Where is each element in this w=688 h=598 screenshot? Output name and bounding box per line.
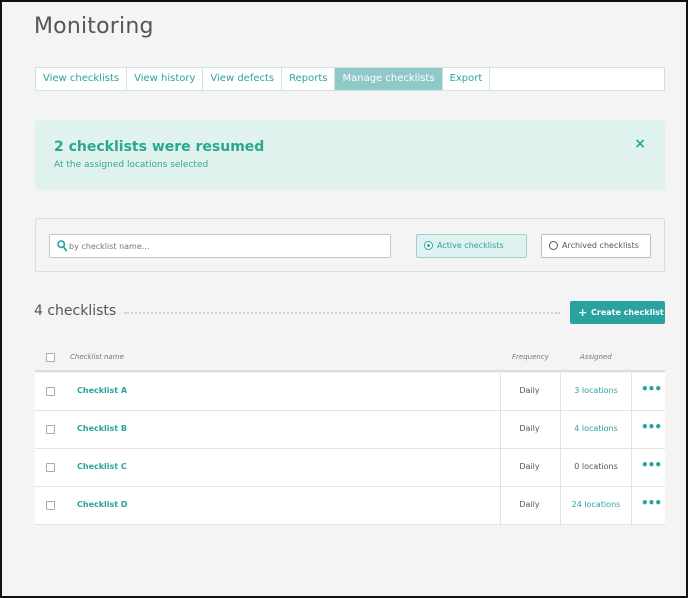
page-title: Monitoring [34,14,154,39]
radio-unselected-icon [549,241,558,250]
assigned-locations-link[interactable]: 3 locations [561,386,631,395]
success-banner: 2 checklists were resumed At the assigne… [35,120,665,190]
tab-bar: View checklists View history View defect… [35,67,665,91]
assigned-locations-link[interactable]: 24 locations [561,500,631,509]
header-frequency: Frequency [512,353,549,361]
row-checkbox[interactable] [46,387,55,396]
active-checklists-option[interactable]: Active checklists [416,234,527,258]
filter-panel: Active checklists Archived checklists [35,218,665,272]
tab-manage-checklists[interactable]: Manage checklists [335,68,443,90]
more-options-icon[interactable]: ••• [641,382,662,396]
table-row: Checklist A Daily 3 locations ••• [35,373,665,411]
close-icon[interactable]: × [634,136,646,152]
more-options-icon[interactable]: ••• [641,458,662,472]
app-window: Monitoring View checklists View history … [0,0,688,598]
search-box [49,234,391,258]
tab-view-checklists[interactable]: View checklists [36,68,128,90]
search-icon [57,240,67,252]
cell-divider [631,449,632,486]
more-options-icon[interactable]: ••• [641,496,662,510]
tab-view-defects[interactable]: View defects [203,68,283,90]
checklist-name-link[interactable]: Checklist D [77,500,128,509]
table-row: Checklist C Daily 0 locations ••• [35,449,665,487]
tab-reports[interactable]: Reports [282,68,336,90]
dotted-divider [124,312,560,314]
cell-divider [631,373,632,410]
active-checklists-label: Active checklists [437,241,504,250]
plus-icon: + [578,306,588,319]
select-all-checkbox[interactable] [46,353,55,362]
checklist-frequency: Daily [519,386,540,395]
radio-selected-icon [424,241,433,250]
checklist-frequency: Daily [519,424,540,433]
assigned-locations-link[interactable]: 4 locations [561,424,631,433]
checklist-name-link[interactable]: Checklist A [77,386,127,395]
archived-checklists-option[interactable]: Archived checklists [541,234,651,258]
table-row: Checklist B Daily 4 locations ••• [35,411,665,449]
more-options-icon[interactable]: ••• [641,420,662,434]
row-checkbox[interactable] [46,463,55,472]
header-assigned: Assigned [580,353,612,361]
checklist-name-link[interactable]: Checklist C [77,462,127,471]
assigned-locations-text: 0 locations [574,462,618,471]
checklist-frequency: Daily [519,500,540,509]
search-input[interactable] [69,237,379,255]
checklist-name-link[interactable]: Checklist B [77,424,127,433]
tab-export[interactable]: Export [443,68,491,90]
banner-subtitle: At the assigned locations selected [54,160,209,170]
archived-checklists-label: Archived checklists [562,241,639,250]
table-header: Checklist name Frequency Assigned [35,344,665,372]
banner-title: 2 checklists were resumed [54,139,265,155]
checklist-table-body: Checklist A Daily 3 locations ••• Checkl… [35,373,665,525]
checklist-frequency: Daily [519,462,540,471]
cell-divider [631,411,632,448]
checklist-count: 4 checklists [34,303,117,319]
cell-divider [631,487,632,524]
row-checkbox[interactable] [46,425,55,434]
row-checkbox[interactable] [46,501,55,510]
header-checklist-name: Checklist name [70,353,124,361]
tab-view-history[interactable]: View history [127,68,204,90]
create-checklist-label: Create checklist [591,308,664,317]
create-checklist-button[interactable]: + Create checklist [570,301,665,324]
table-row: Checklist D Daily 24 locations ••• [35,487,665,525]
